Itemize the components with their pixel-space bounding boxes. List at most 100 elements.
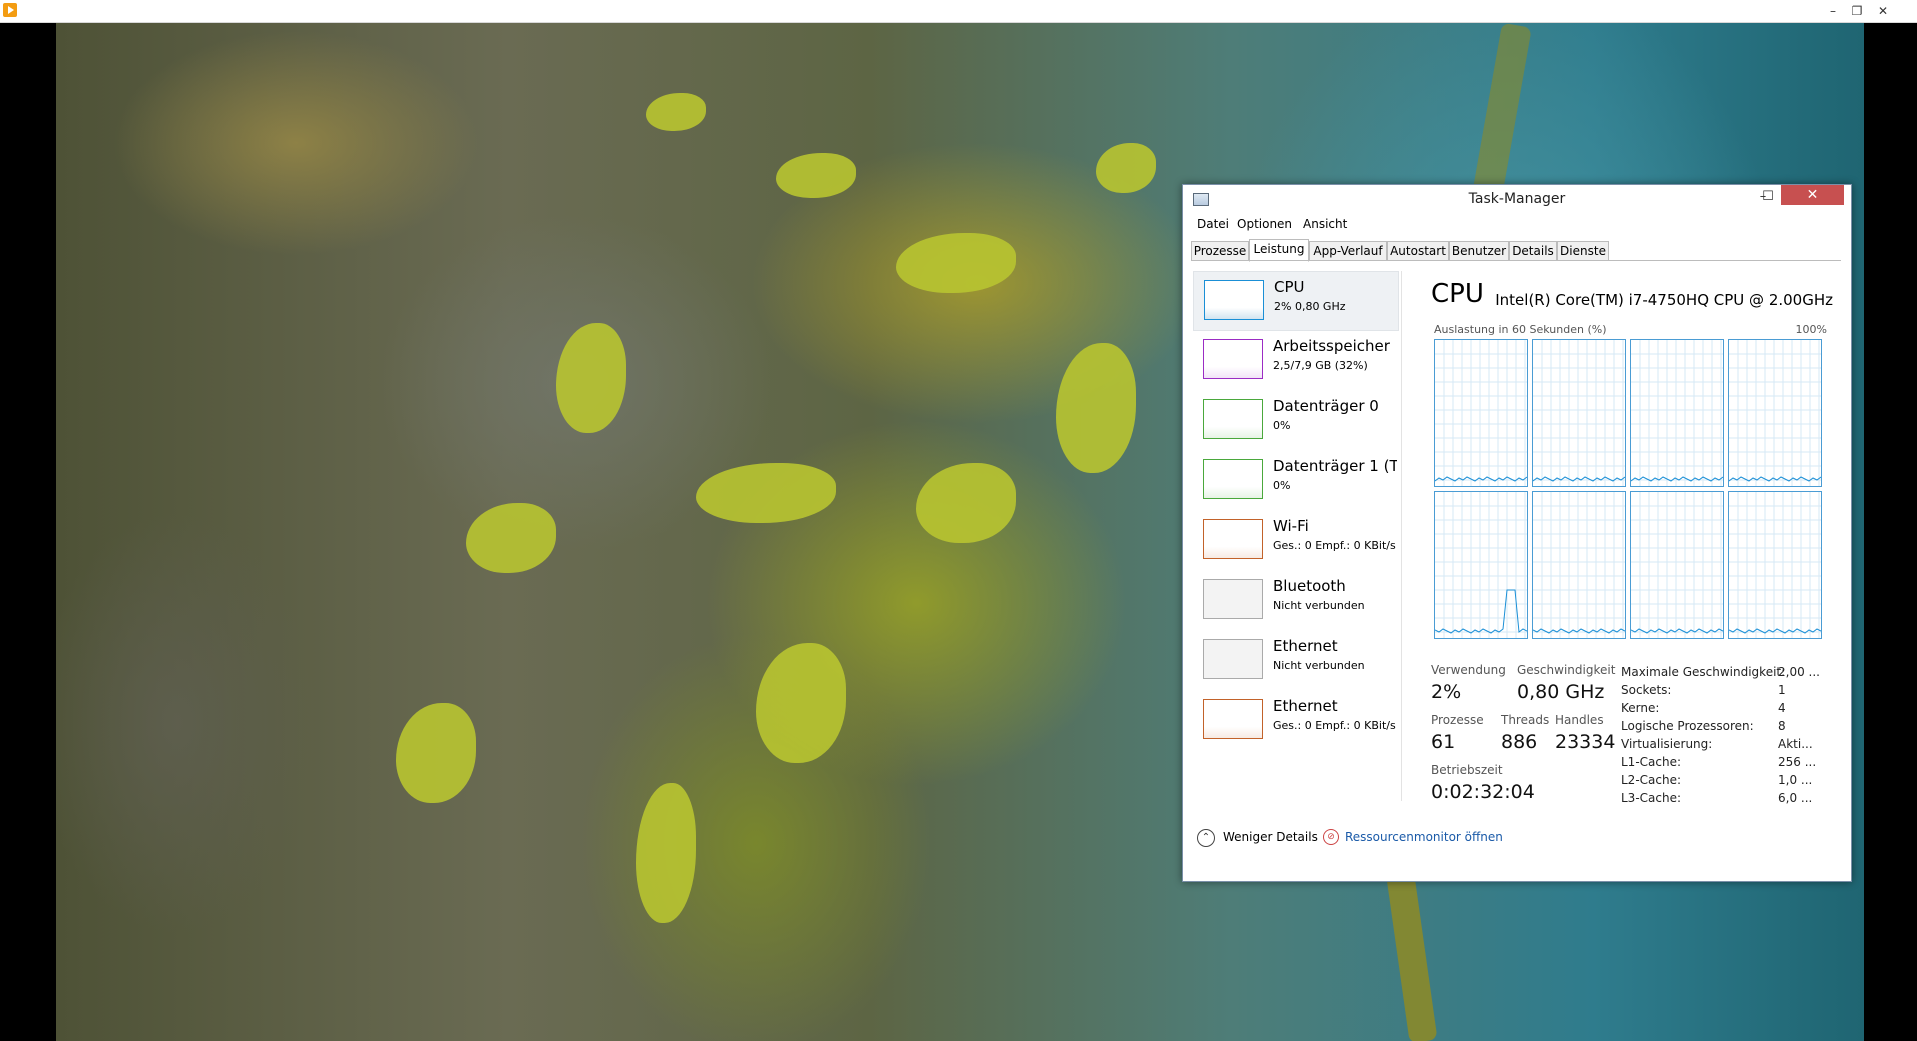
photo-leaf [896, 233, 1016, 293]
photo-leaf [1096, 143, 1156, 193]
tab-dienste[interactable]: Dienste [1557, 241, 1609, 261]
spec-value: 256 ... [1778, 755, 1817, 769]
menu-ansicht[interactable]: Ansicht [1303, 217, 1347, 231]
spec-value: 6,0 ... [1778, 791, 1813, 805]
viewer-titlebar: – ❐ ✕ [0, 0, 1917, 23]
sidebar-divider [1401, 271, 1402, 801]
photo-leaf [646, 93, 706, 131]
core-graph [1728, 339, 1822, 487]
disk-graph-icon [1203, 399, 1263, 439]
sidebar-item-datenträger-1-t-c[interactable]: Datenträger 1 (T: C 0% [1193, 451, 1397, 509]
spec-label: Maximale Geschwindigkeit: [1621, 665, 1786, 679]
verwendung-label: Verwendung [1431, 663, 1506, 677]
geschwindigkeit-value: 0,80 GHz [1517, 681, 1605, 703]
handles-value: 23334 [1555, 731, 1616, 753]
spec-label: L1-Cache: [1621, 755, 1682, 769]
spec-label: L3-Cache: [1621, 791, 1682, 805]
cpu-heading: CPU [1431, 279, 1484, 309]
sidebar-item-sub: 0% [1273, 419, 1291, 432]
sidebar-item-sub: 2,5/7,9 GB (32%) [1273, 359, 1368, 372]
wifi-graph-icon [1203, 519, 1263, 559]
sidebar-item-sub: Nicht verbunden [1273, 659, 1365, 672]
maximize-button[interactable]: ☐ [1757, 187, 1779, 207]
sidebar-item-label: Wi-Fi [1273, 517, 1309, 535]
spec-value: Akti... [1778, 737, 1813, 751]
tab-benutzer[interactable]: Benutzer [1449, 241, 1509, 261]
photo-leaf [916, 463, 1016, 543]
photo-leaf [396, 703, 476, 803]
sidebar-item-label: CPU [1274, 278, 1305, 296]
viewer-restore-button[interactable]: ❐ [1846, 2, 1868, 20]
minimize-button-alt [1731, 187, 1753, 207]
photo-leaf [1056, 343, 1136, 473]
core-graph [1630, 339, 1724, 487]
sidebar-item-sub: 2% 0,80 GHz [1274, 300, 1346, 313]
core-graph [1532, 339, 1626, 487]
sidebar-item-sub: Ges.: 0 Empf.: 0 KBit/s [1273, 539, 1396, 552]
spec-value: 1 [1778, 683, 1786, 697]
chevron-up-icon[interactable]: ⌃ [1197, 829, 1215, 847]
memory-graph-icon [1203, 339, 1263, 379]
menu-datei[interactable]: Datei [1197, 217, 1229, 231]
viewer-minimize-button[interactable]: – [1822, 2, 1844, 20]
spec-label: L2-Cache: [1621, 773, 1682, 787]
sidebar-item-cpu[interactable]: CPU 2% 0,80 GHz [1193, 271, 1399, 331]
sidebar-item-label: Arbeitsspeicher [1273, 337, 1390, 355]
core-graph [1434, 491, 1528, 639]
core-graph [1532, 491, 1626, 639]
footer: ⌃ Weniger Details ⊘ Ressourcenmonitor öf… [1183, 825, 1851, 865]
spec-label: Virtualisierung: [1621, 737, 1713, 751]
sidebar-item-arbeitsspeicher[interactable]: Arbeitsspeicher 2,5/7,9 GB (32%) [1193, 331, 1397, 389]
threads-value: 886 [1501, 731, 1538, 753]
tab-prozesse[interactable]: Prozesse [1191, 241, 1249, 261]
close-button[interactable]: ✕ [1781, 185, 1844, 205]
sidebar-item-sub: 0% [1273, 479, 1291, 492]
resource-monitor-icon: ⊘ [1323, 829, 1339, 845]
tab-leistung[interactable]: Leistung [1249, 239, 1309, 262]
sidebar-item-ethernet[interactable]: Ethernet Nicht verbunden [1193, 631, 1397, 689]
core-graph [1728, 491, 1822, 639]
spec-label: Sockets: [1621, 683, 1672, 697]
performance-panel: CPU 2% 0,80 GHz Arbeitsspeicher 2,5/7,9 GB … [1191, 260, 1841, 805]
spec-label: Logische Prozessoren: [1621, 719, 1754, 733]
disk-graph-icon [1203, 459, 1263, 499]
ethernet-graph-icon [1203, 699, 1263, 739]
menu-optionen[interactable]: Optionen [1237, 217, 1292, 231]
sidebar-item-ethernet[interactable]: Ethernet Ges.: 0 Empf.: 0 KBit/s [1193, 691, 1397, 749]
spec-value: 4 [1778, 701, 1786, 715]
graph-max-label: 100% [1795, 323, 1827, 336]
photo-leaf [556, 323, 626, 433]
photo-leaf [776, 153, 856, 198]
sidebar-item-wi-fi[interactable]: Wi-Fi Ges.: 0 Empf.: 0 KBit/s [1193, 511, 1397, 569]
tab-app-verlauf[interactable]: App-Verlauf [1309, 241, 1387, 261]
spec-value: 8 [1778, 719, 1786, 733]
sidebar-item-label: Bluetooth [1273, 577, 1346, 595]
core-graph [1434, 339, 1528, 487]
graph-caption: Auslastung in 60 Sekunden (%) [1434, 323, 1607, 336]
verwendung-value: 2% [1431, 681, 1462, 703]
cpu-graph-icon [1204, 280, 1264, 320]
bluetooth-graph-icon [1203, 579, 1263, 619]
betriebszeit-label: Betriebszeit [1431, 763, 1503, 777]
tab-details[interactable]: Details [1509, 241, 1557, 261]
spec-label: Kerne: [1621, 701, 1660, 715]
geschwindigkeit-label: Geschwindigkeit [1517, 663, 1616, 677]
photo-leaf [696, 463, 836, 523]
photo-leaf [636, 783, 696, 923]
cpu-model: Intel(R) Core(TM) i7-4750HQ CPU @ 2.00GH… [1495, 291, 1833, 309]
sidebar-item-label: Ethernet [1273, 697, 1338, 715]
tab-autostart[interactable]: Autostart [1387, 241, 1449, 261]
sidebar-item-datenträger-0[interactable]: Datenträger 0 0% [1193, 391, 1397, 449]
betriebszeit-value: 0:02:32:04 [1431, 781, 1535, 803]
fewer-details-link[interactable]: Weniger Details [1223, 830, 1318, 844]
spec-value: 1,0 ... [1778, 773, 1813, 787]
ethernet-graph-icon [1203, 639, 1263, 679]
media-player-icon [3, 3, 17, 17]
sidebar-item-bluetooth[interactable]: Bluetooth Nicht verbunden [1193, 571, 1397, 629]
sidebar-item-label: Datenträger 0 [1273, 397, 1379, 415]
viewer-close-button[interactable]: ✕ [1872, 2, 1894, 20]
resource-monitor-link[interactable]: Ressourcenmonitor öffnen [1345, 830, 1503, 844]
sidebar-item-label: Datenträger 1 (T: C [1273, 457, 1397, 475]
sidebar-item-sub: Ges.: 0 Empf.: 0 KBit/s [1273, 719, 1396, 732]
prozesse-value: 61 [1431, 731, 1456, 753]
